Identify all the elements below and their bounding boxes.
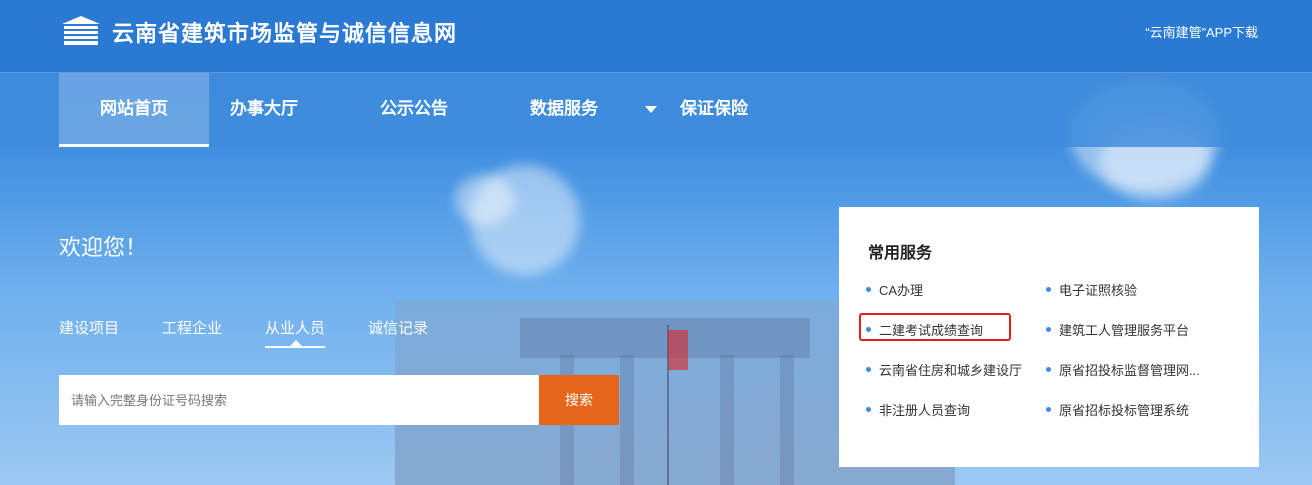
bullet-icon [1046, 327, 1051, 333]
bullet-icon [866, 407, 871, 413]
nav-home[interactable]: 网站首页 [59, 73, 209, 147]
search-input[interactable] [59, 375, 539, 425]
building-column [620, 355, 634, 485]
highlight-box [859, 313, 1011, 341]
tab-construction-projects[interactable]: 建设项目 [59, 317, 119, 346]
chevron-down-icon[interactable] [645, 106, 657, 113]
service-label: 建筑工人管理服务平台 [1059, 323, 1190, 338]
service-link-bidding-system[interactable]: 原省招标投标管理系统 [1046, 400, 1189, 419]
flag [668, 330, 688, 370]
nav-guarantee-insurance[interactable]: 保证保险 [659, 73, 769, 147]
welcome-heading: 欢迎您！ [59, 235, 148, 260]
site-title[interactable]: 云南省建筑市场监管与诚信信息网 [112, 16, 457, 48]
tab-engineering-companies[interactable]: 工程企业 [162, 317, 222, 346]
nav-announcements[interactable]: 公示公告 [359, 73, 469, 147]
app-download-link[interactable]: “云南建管”APP下载 [1145, 22, 1258, 41]
service-label: 原省招标投标管理系统 [1059, 403, 1190, 418]
bullet-icon [866, 367, 871, 373]
bullet-icon [1046, 407, 1051, 413]
service-label: 非注册人员查询 [879, 403, 971, 418]
bullet-icon [1046, 367, 1051, 373]
nav-data-services[interactable]: 数据服务 [509, 73, 619, 147]
building-column [780, 355, 794, 485]
panel-title: 常用服务 [868, 245, 933, 262]
service-link-worker-platform[interactable]: 建筑工人管理服务平台 [1046, 320, 1189, 339]
main-nav: 网站首页 办事大厅 公示公告 数据服务 保证保险 [0, 73, 1312, 147]
service-label: 原省招投标监督管理网... [1059, 363, 1200, 378]
service-link-e-certificate[interactable]: 电子证照核验 [1046, 280, 1137, 299]
building-logo-icon[interactable] [60, 14, 102, 46]
nav-service-hall[interactable]: 办事大厅 [209, 73, 319, 147]
tab-credit-records[interactable]: 诚信记录 [368, 317, 428, 346]
service-label: CA办理 [879, 283, 924, 298]
bullet-icon [1046, 287, 1051, 293]
top-header: 云南省建筑市场监管与诚信信息网 “云南建管”APP下载 [0, 0, 1312, 73]
active-tab-caret-icon [290, 340, 302, 346]
service-link-housing-dept[interactable]: 云南省住房和城乡建设厅 [866, 360, 1022, 379]
cloud-decoration [455, 175, 515, 225]
service-link-ca[interactable]: CA办理 [866, 280, 923, 299]
service-link-unregistered-query[interactable]: 非注册人员查询 [866, 400, 970, 419]
service-label: 云南省住房和城乡建设厅 [879, 363, 1023, 378]
building-roof [520, 318, 810, 358]
search-button[interactable]: 搜索 [539, 375, 619, 425]
bullet-icon [866, 287, 871, 293]
service-link-bidding-supervision[interactable]: 原省招投标监督管理网... [1046, 360, 1200, 379]
building-column [720, 355, 734, 485]
service-label: 电子证照核验 [1059, 283, 1138, 298]
